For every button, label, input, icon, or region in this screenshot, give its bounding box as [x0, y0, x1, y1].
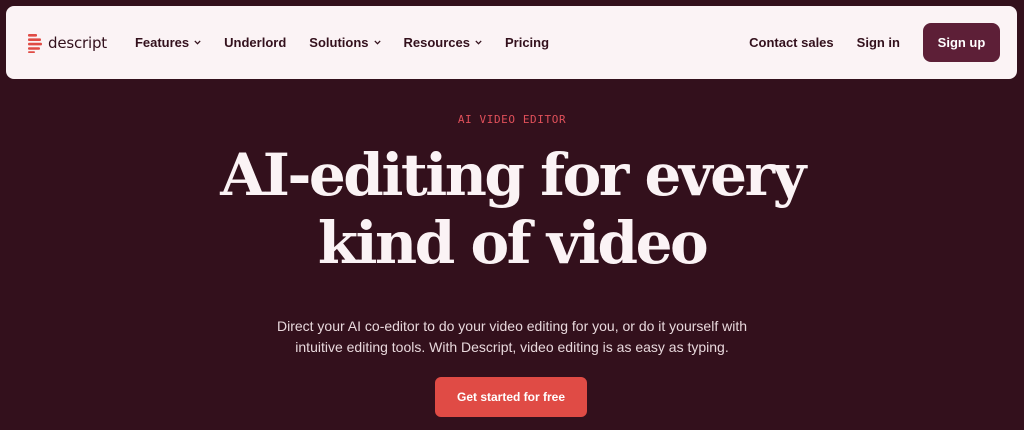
hero-headline-line-2: kind of video — [317, 208, 709, 277]
nav-pricing[interactable]: Pricing — [505, 35, 549, 50]
chevron-down-icon — [194, 40, 201, 45]
get-started-button[interactable]: Get started for free — [435, 377, 587, 417]
hero-subtext: Direct your AI co-editor to do your vide… — [262, 316, 762, 358]
nav-underlord-label: Underlord — [224, 35, 287, 50]
hero-subtext-line-2: intuitive editing tools. With Descript, … — [295, 339, 729, 355]
sign-in-link[interactable]: Sign in — [857, 35, 900, 50]
nav-underlord[interactable]: Underlord — [224, 35, 286, 50]
nav-solutions[interactable]: Solutions — [309, 35, 381, 50]
nav-features[interactable]: Features — [135, 35, 201, 50]
descript-logo-icon — [28, 33, 42, 53]
chevron-down-icon — [475, 40, 482, 45]
primary-nav: Features Underlord Solutions Resources P… — [135, 35, 572, 50]
hero-headline-line-1: AI-editing for every — [220, 141, 806, 209]
nav-resources[interactable]: Resources — [404, 35, 482, 50]
descript-logo[interactable]: descript — [28, 33, 107, 53]
hero-headline: AI-editing for every kind of video — [0, 141, 1024, 278]
logo-wordmark: descript — [48, 33, 107, 52]
hero-eyebrow: AI VIDEO EDITOR — [457, 113, 567, 126]
hero-subtext-line-1: Direct your AI co-editor to do your vide… — [276, 318, 747, 334]
contact-sales-link[interactable]: Contact sales — [749, 35, 834, 50]
top-navbar: descript Features Underlord Solutions Re… — [6, 6, 1017, 79]
nav-actions: Contact sales Sign in Sign up — [749, 23, 1000, 62]
nav-features-label: Features — [134, 35, 190, 50]
chevron-down-icon — [373, 40, 381, 45]
nav-pricing-label: Pricing — [504, 35, 550, 50]
sign-up-button[interactable]: Sign up — [923, 23, 1000, 62]
nav-solutions-label: Solutions — [309, 35, 369, 50]
nav-resources-label: Resources — [403, 35, 470, 50]
